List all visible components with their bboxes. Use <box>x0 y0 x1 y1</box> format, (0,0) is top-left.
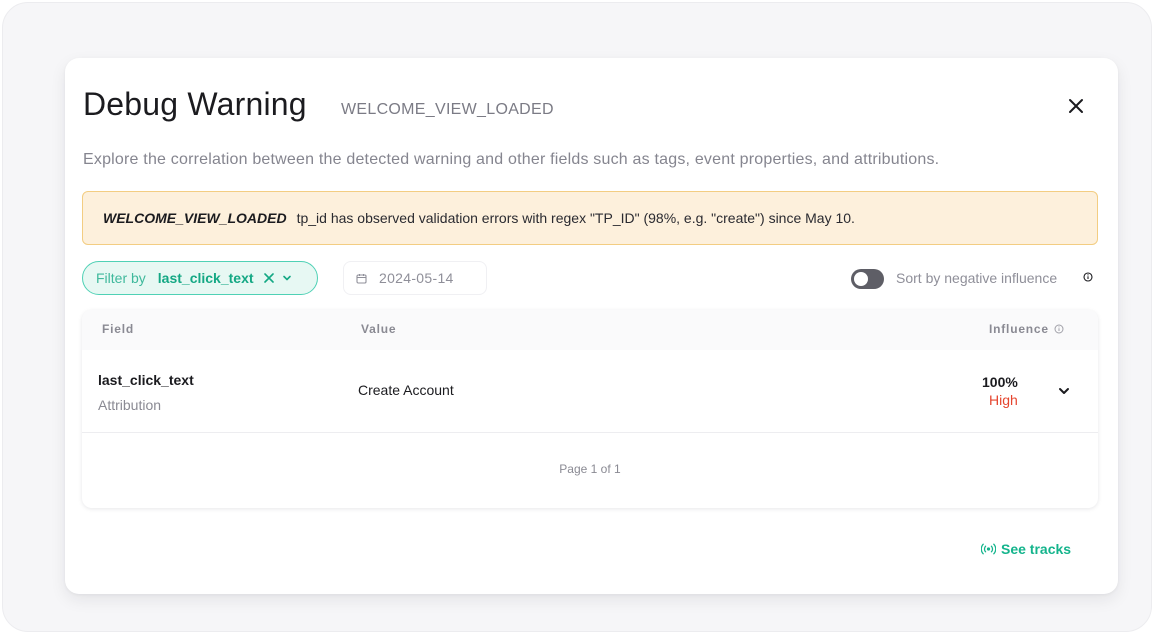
filter-chip[interactable]: Filter by last_click_text <box>82 261 318 295</box>
influence-percent: 100% <box>982 374 1018 390</box>
close-icon <box>263 273 274 283</box>
see-tracks-label: See tracks <box>1001 541 1072 557</box>
warning-message: tp_id has observed validation errors wit… <box>296 210 855 226</box>
column-header-influence: Influence <box>989 322 1064 336</box>
debug-warning-modal: Debug Warning WELCOME_VIEW_LOADED Explor… <box>65 58 1118 594</box>
warning-banner: WELCOME_VIEW_LOADED tp_id has observed v… <box>82 191 1098 245</box>
column-header-field: Field <box>102 322 135 336</box>
event-name-label: WELCOME_VIEW_LOADED <box>341 101 554 118</box>
column-header-influence-label: Influence <box>989 322 1049 336</box>
column-header-value: Value <box>361 322 397 336</box>
calendar-icon <box>356 273 367 284</box>
chevron-down-icon <box>1059 388 1069 394</box>
modal-title: Debug Warning <box>83 86 307 122</box>
date-picker[interactable]: 2024-05-14 <box>343 261 487 295</box>
close-button[interactable] <box>1063 93 1089 119</box>
sort-toggle-label: Sort by negative influence <box>896 270 1058 286</box>
info-icon[interactable] <box>1083 272 1093 282</box>
date-value: 2024-05-14 <box>379 270 454 286</box>
table-row[interactable]: last_click_text Attribution Create Accou… <box>82 350 1098 433</box>
filter-value-label: last_click_text <box>157 270 254 286</box>
broadcast-icon <box>981 543 996 555</box>
close-icon <box>1069 99 1083 113</box>
app-frame: Debug Warning WELCOME_VIEW_LOADED Explor… <box>2 2 1152 632</box>
chevron-down-icon <box>282 275 291 281</box>
toggle-knob <box>854 272 868 286</box>
clear-filter-button[interactable] <box>263 273 274 283</box>
expand-row-button[interactable] <box>1054 381 1074 401</box>
modal-description: Explore the correlation between the dete… <box>83 151 940 168</box>
warning-event-name: WELCOME_VIEW_LOADED <box>103 210 287 226</box>
correlation-table: Field Value Influence last_click_text At <box>82 310 1098 508</box>
filter-dropdown-button[interactable] <box>282 273 292 283</box>
sort-negative-toggle[interactable] <box>851 269 884 289</box>
see-tracks-link[interactable]: See tracks <box>981 541 1071 557</box>
field-value: Create Account <box>358 382 454 398</box>
field-name: last_click_text <box>98 372 194 388</box>
filter-prefix-label: Filter by <box>96 270 146 286</box>
influence-level: High <box>989 392 1018 408</box>
table-header: Field Value Influence <box>82 310 1098 350</box>
field-type: Attribution <box>98 397 162 413</box>
info-icon[interactable] <box>1054 324 1064 334</box>
pagination-label: Page 1 of 1 <box>559 462 621 476</box>
